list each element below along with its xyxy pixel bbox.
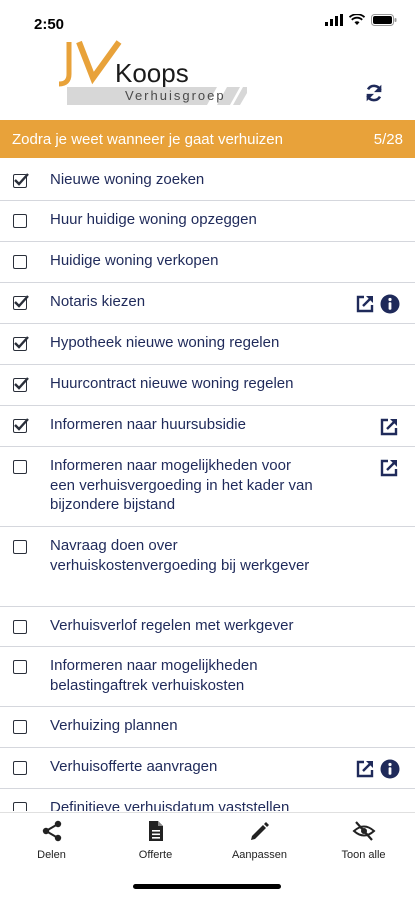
status-bar: 2:50	[0, 0, 415, 40]
checklist-item-label: Huidige woning verkopen	[50, 252, 219, 269]
section-title: Zodra je weet wanneer je gaat verhuizen	[12, 131, 283, 148]
checkmark-icon	[14, 336, 29, 349]
checklist-item-label: Hypotheek nieuwe woning regelen	[50, 334, 280, 351]
checklist-item[interactable]: Notaris kiezen	[0, 283, 415, 324]
show-all-label: Toon alle	[341, 849, 386, 861]
checklist-item-label: Navraag doen over verhuiskostenvergoedin…	[50, 537, 310, 574]
info-icon[interactable]	[380, 294, 400, 314]
checklist-item[interactable]: Verhuizing plannen	[0, 707, 415, 748]
checklist-item-label: Informeren naar mogelijkheden voor een v…	[50, 457, 313, 513]
checkbox-unchecked[interactable]	[13, 214, 27, 228]
share-icon	[42, 820, 62, 842]
share-label: Delen	[37, 849, 66, 861]
external-link-icon[interactable]	[379, 458, 399, 478]
checklist-item-label: Informeren naar huursubsidie	[50, 416, 246, 433]
edit-button[interactable]: Aanpassen	[208, 813, 311, 873]
checkmark-icon	[14, 418, 29, 431]
signal-icon	[325, 14, 343, 26]
logo-brand: Koops	[115, 58, 189, 88]
checklist-item-label: Huurcontract nieuwe woning regelen	[50, 375, 294, 392]
checklist-item-label: Verhuisofferte aanvragen	[50, 758, 218, 775]
refresh-icon[interactable]	[363, 82, 385, 104]
checkbox-unchecked[interactable]	[13, 720, 27, 734]
checklist-item[interactable]: Informeren naar mogelijkheden voor een v…	[0, 447, 415, 527]
section-header: Zodra je weet wanneer je gaat verhuizen …	[0, 120, 415, 158]
checklist-item-label: Verhuizing plannen	[50, 717, 178, 734]
external-link-icon[interactable]	[355, 294, 375, 314]
home-indicator	[133, 884, 281, 889]
external-link-icon[interactable]	[379, 417, 399, 437]
checklist-item-label: Informeren naar mogelijkheden belastinga…	[50, 657, 258, 694]
checklist-item[interactable]: Informeren naar mogelijkheden belastinga…	[0, 647, 415, 707]
checkbox-unchecked[interactable]	[13, 620, 27, 634]
status-time: 2:50	[34, 16, 65, 33]
checklist-item-label: Definitieve verhuisdatum vaststellen	[50, 799, 290, 811]
external-link-icon[interactable]	[355, 759, 375, 779]
checklist-item[interactable]: Navraag doen over verhuiskostenvergoedin…	[0, 527, 415, 607]
checklist-item-label: Verhuisverlof regelen met werkgever	[50, 617, 294, 634]
battery-icon	[371, 14, 397, 26]
eye-slash-icon	[352, 821, 376, 841]
info-icon[interactable]	[380, 759, 400, 779]
checkbox-unchecked[interactable]	[13, 761, 27, 775]
quote-button[interactable]: Offerte	[104, 813, 207, 873]
checklist-item[interactable]: Huidige woning verkopen	[0, 242, 415, 283]
checklist-item[interactable]: Verhuisverlof regelen met werkgever	[0, 607, 415, 647]
checklist: Nieuwe woning zoeken Huur huidige woning …	[0, 161, 415, 811]
checklist-item[interactable]: Verhuisofferte aanvragen	[0, 748, 415, 789]
checklist-item[interactable]: Huurcontract nieuwe woning regelen	[0, 365, 415, 406]
checklist-item[interactable]: Informeren naar huursubsidie	[0, 406, 415, 447]
checkbox-unchecked[interactable]	[13, 802, 27, 811]
checklist-item-label: Huur huidige woning opzeggen	[50, 211, 257, 228]
checklist-item-label: Nieuwe woning zoeken	[50, 171, 205, 188]
checkbox-checked[interactable]	[13, 418, 29, 433]
koops-logo: Koops Verhuisgroep	[55, 40, 255, 112]
checkbox-checked[interactable]	[13, 336, 29, 351]
edit-label: Aanpassen	[231, 849, 288, 861]
checklist-item[interactable]: Huur huidige woning opzeggen	[0, 201, 415, 242]
checklist-item-label: Notaris kiezen	[50, 293, 146, 310]
checkbox-unchecked[interactable]	[13, 660, 27, 674]
checkbox-unchecked[interactable]	[13, 255, 27, 269]
quote-label: Offerte	[138, 849, 173, 861]
show-all-button[interactable]: Toon alle	[312, 813, 415, 873]
pencil-icon	[251, 822, 269, 840]
app-header: Koops Verhuisgroep	[0, 40, 415, 118]
checklist-item[interactable]: Definitieve verhuisdatum vaststellen	[0, 789, 415, 811]
checkbox-checked[interactable]	[13, 377, 29, 392]
share-button[interactable]: Delen	[0, 813, 103, 873]
wifi-icon	[349, 14, 365, 25]
checkmark-icon	[14, 295, 29, 308]
checkbox-checked[interactable]	[13, 173, 29, 188]
status-icons	[325, 14, 397, 26]
checkbox-unchecked[interactable]	[13, 540, 27, 554]
logo-subtitle: Verhuisgroep	[125, 88, 226, 103]
document-icon	[149, 821, 163, 841]
checkmark-icon	[14, 377, 29, 390]
checklist-item[interactable]: Nieuwe woning zoeken	[0, 161, 415, 201]
checklist-item[interactable]: Hypotheek nieuwe woning regelen	[0, 324, 415, 365]
checkbox-checked[interactable]	[13, 295, 29, 310]
checkmark-icon	[14, 173, 29, 186]
checkbox-unchecked[interactable]	[13, 460, 27, 474]
section-progress-count: 5/28	[373, 131, 403, 148]
